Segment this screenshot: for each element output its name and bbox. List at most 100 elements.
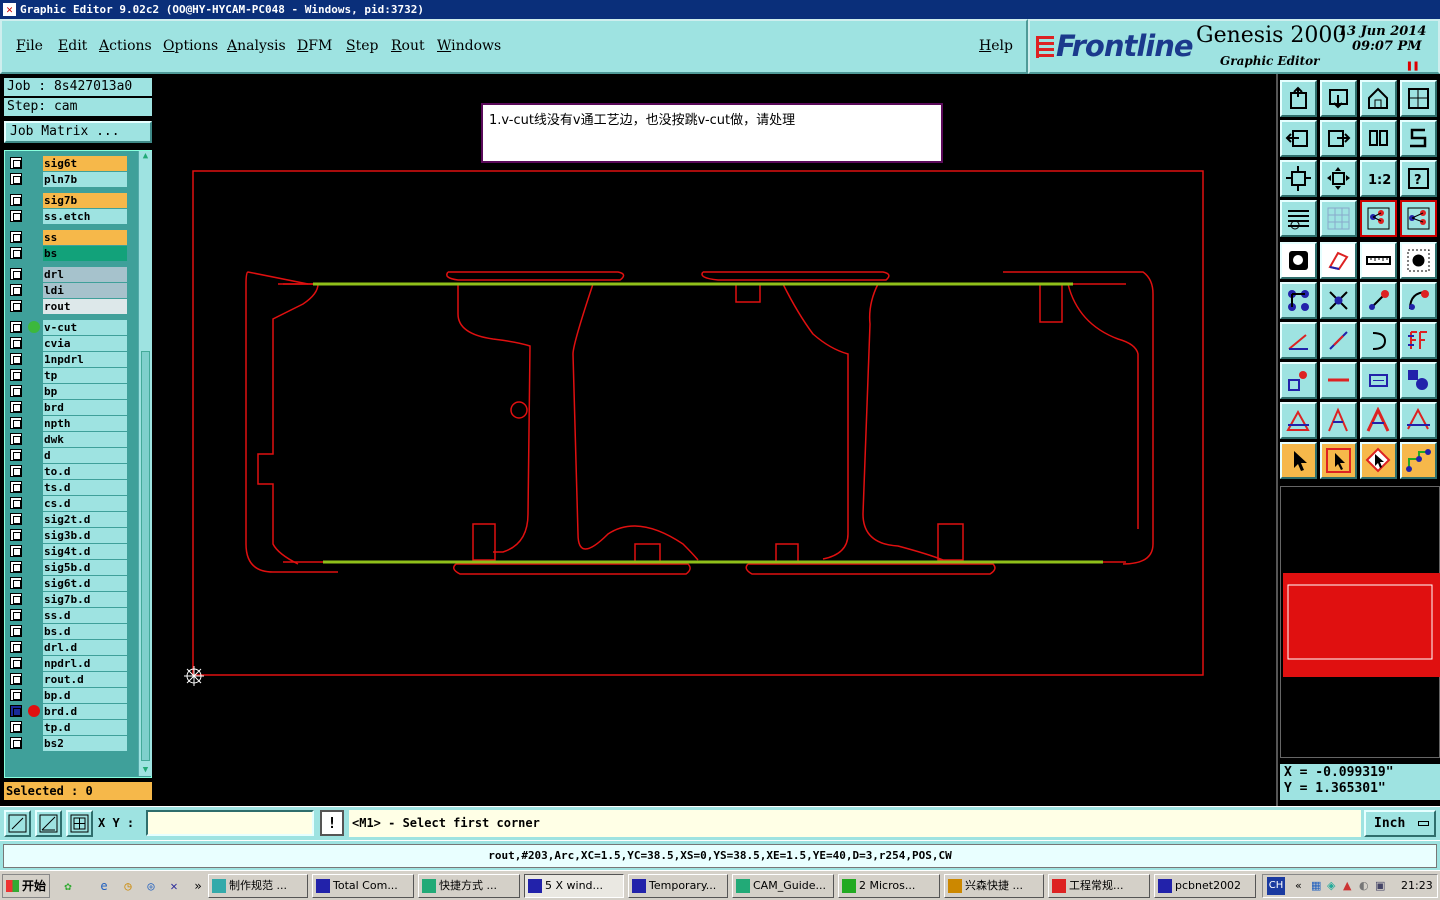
arc-icon[interactable] xyxy=(1360,322,1397,359)
layer-checkbox[interactable] xyxy=(10,481,22,493)
xwin-icon[interactable]: ✕ xyxy=(166,878,182,894)
layer-row[interactable]: sig6t xyxy=(7,156,129,171)
taskbar-button[interactable]: Temporary... xyxy=(628,874,728,898)
ie-icon[interactable]: e xyxy=(96,878,112,894)
scroll-down-icon[interactable]: ▼ xyxy=(140,765,151,776)
menu-options[interactable]: Options xyxy=(163,38,218,54)
layer-row[interactable]: rout.d xyxy=(7,672,129,687)
taskbar-button[interactable]: 兴森快捷 ... xyxy=(944,874,1044,898)
compare-icon[interactable] xyxy=(1400,200,1437,237)
layer-name[interactable]: bp xyxy=(43,384,127,399)
quicklaunch-app-icon[interactable]: ✿ xyxy=(60,878,76,894)
layer-checkbox[interactable] xyxy=(10,300,22,312)
menu-analysis[interactable]: Analysis xyxy=(227,38,286,54)
layer-checkbox[interactable] xyxy=(10,497,22,509)
help-icon[interactable]: ? xyxy=(1400,160,1437,197)
select-box-icon[interactable] xyxy=(1320,442,1357,479)
layer-name[interactable]: bs.d xyxy=(43,624,127,639)
dimension-icon[interactable] xyxy=(1360,362,1397,399)
job-matrix-button[interactable]: Job Matrix ... xyxy=(4,121,152,143)
layer-name[interactable]: bs2 xyxy=(43,736,127,751)
layer-checkbox[interactable] xyxy=(10,401,22,413)
layer-row[interactable]: pln7b xyxy=(7,172,129,187)
layer-name[interactable]: drl.d xyxy=(43,640,127,655)
taskbar-button[interactable]: 2 Micros... xyxy=(838,874,940,898)
surface-icon[interactable] xyxy=(1320,242,1357,279)
layer-row[interactable]: sig5b.d xyxy=(7,560,129,575)
layer-row[interactable]: cs.d xyxy=(7,496,129,511)
menu-edit[interactable]: Edit xyxy=(58,38,87,54)
save-icon[interactable] xyxy=(1320,80,1357,117)
security-icon[interactable]: ▲ xyxy=(1343,875,1351,897)
line-point-icon[interactable] xyxy=(1360,282,1397,319)
layer-name[interactable]: pln7b xyxy=(43,172,127,187)
layer-row[interactable]: drl.d xyxy=(7,640,129,655)
layer-checkbox[interactable] xyxy=(10,433,22,445)
layer-checkbox[interactable] xyxy=(10,545,22,557)
layer-name[interactable]: npth xyxy=(43,416,127,431)
layer-name[interactable]: to.d xyxy=(43,464,127,479)
ruler-icon[interactable] xyxy=(1360,242,1397,279)
start-button[interactable]: 开始 xyxy=(2,874,50,898)
menu-help[interactable]: Help xyxy=(979,38,1013,54)
layer-checkbox[interactable] xyxy=(10,247,22,259)
layer-checkbox[interactable] xyxy=(10,284,22,296)
grid-icon[interactable] xyxy=(1320,200,1357,237)
overview-window[interactable] xyxy=(1280,486,1440,758)
a-cut-icon[interactable] xyxy=(1400,402,1437,439)
layer-checkbox[interactable] xyxy=(10,625,22,637)
import-icon[interactable] xyxy=(1280,120,1317,157)
layer-row[interactable]: ts.d xyxy=(7,480,129,495)
layer-row[interactable]: d xyxy=(7,448,129,463)
menu-step[interactable]: Step xyxy=(346,38,378,54)
layer-row[interactable]: dwk xyxy=(7,432,129,447)
connect-icon[interactable] xyxy=(1280,282,1317,319)
zoom-window-button[interactable] xyxy=(4,810,31,837)
volume-icon[interactable]: ◐ xyxy=(1359,875,1369,897)
layer-checkbox[interactable] xyxy=(10,561,22,573)
layer-checkbox[interactable] xyxy=(10,513,22,525)
layer-checkbox[interactable] xyxy=(10,529,22,541)
layer-row[interactable]: rout xyxy=(7,299,129,314)
layer-name[interactable]: drl xyxy=(43,267,127,282)
layer-checkbox[interactable] xyxy=(10,194,22,206)
scroll-up-icon[interactable]: ▲ xyxy=(140,151,151,162)
layer-checkbox[interactable] xyxy=(10,641,22,653)
layer-row[interactable]: drl xyxy=(7,267,129,282)
home-icon[interactable] xyxy=(1360,80,1397,117)
scroll-thumb[interactable] xyxy=(141,351,150,761)
taskbar-button[interactable]: Total Com... xyxy=(312,874,414,898)
lang-indicator[interactable]: CH xyxy=(1267,877,1285,895)
layer-row[interactable]: cvia xyxy=(7,336,129,351)
layer-row[interactable]: brd.d xyxy=(7,704,129,719)
layer-row[interactable]: tp.d xyxy=(7,720,129,735)
window-icon[interactable] xyxy=(1400,80,1437,117)
layer-checkbox[interactable] xyxy=(10,210,22,222)
drill-icon[interactable] xyxy=(1400,242,1437,279)
taskbar-button[interactable]: 制作规范 ... xyxy=(208,874,308,898)
layer-name[interactable]: ss xyxy=(43,230,127,245)
layer-checkbox[interactable] xyxy=(10,609,22,621)
minus-icon[interactable] xyxy=(1320,362,1357,399)
layer-name[interactable]: tp xyxy=(43,368,127,383)
layer-row[interactable]: bp xyxy=(7,384,129,399)
layer-row[interactable]: ss.d xyxy=(7,608,129,623)
monitor-icon[interactable]: ▣ xyxy=(1375,875,1385,897)
layer-name[interactable]: d xyxy=(43,448,127,463)
layer-checkbox[interactable] xyxy=(10,593,22,605)
tray-expand-icon[interactable]: « xyxy=(1295,875,1302,897)
layer-name[interactable]: sig7b.d xyxy=(43,592,127,607)
path-icon[interactable] xyxy=(1400,442,1437,479)
layer-row[interactable]: ss.etch xyxy=(7,209,129,224)
layer-row[interactable]: tp xyxy=(7,368,129,383)
layer-checkbox[interactable] xyxy=(10,369,22,381)
netlist-icon[interactable] xyxy=(1360,200,1397,237)
layer-name[interactable]: rout xyxy=(43,299,127,314)
layer-row[interactable]: ldi xyxy=(7,283,129,298)
layer-name[interactable]: npdrl.d xyxy=(43,656,127,671)
layer-name[interactable]: 1npdrl xyxy=(43,352,127,367)
layer-row[interactable]: v-cut xyxy=(7,320,129,335)
measure-button[interactable] xyxy=(35,810,62,837)
export-icon[interactable] xyxy=(1320,120,1357,157)
layer-row[interactable]: sig7b.d xyxy=(7,592,129,607)
